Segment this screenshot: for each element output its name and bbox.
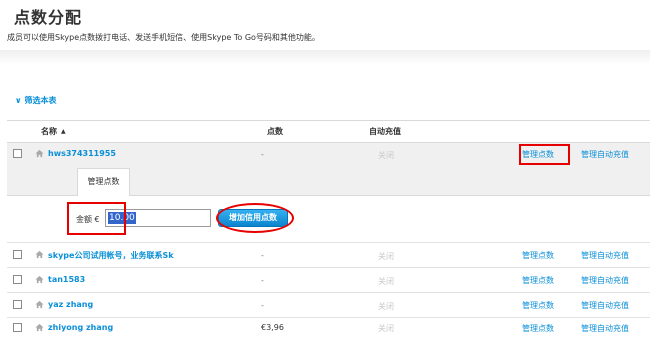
manage-auto-recharge-link[interactable]: 管理自动充值 [581,149,629,160]
manage-auto-recharge-link[interactable]: 管理自动充值 [581,323,629,334]
home-icon [35,275,44,284]
manage-credit-link[interactable]: 管理点数 [522,300,554,311]
user-name-link[interactable]: zhiyong zhang [48,323,113,332]
auto-recharge-status: 关闭 [378,324,394,333]
credit-value: - [261,251,264,260]
header-shadow [0,50,650,64]
credit-value: €3,96 [261,323,284,332]
filter-toggle[interactable]: ∨ 筛选本表 [15,95,57,106]
home-icon [35,250,44,259]
user-name-link[interactable]: hws374311955 [48,149,116,158]
column-header-credit: 点数 [267,127,283,136]
highlight-box-manage-credit [519,144,570,165]
row-checkbox[interactable] [13,250,22,259]
home-icon [35,323,44,332]
home-icon [35,300,44,309]
column-header-name-label: 名称 [41,127,57,136]
highlight-box-amount [67,202,126,235]
manage-credit-link[interactable]: 管理点数 [522,275,554,286]
home-icon [35,149,44,158]
page-title: 点数分配 [14,8,83,27]
user-name-link[interactable]: skype公司试用帐号，业务联系Sk [48,250,174,261]
tab-manage-credit[interactable]: 管理点数 [77,168,130,196]
user-name-link[interactable]: tan1583 [48,275,85,284]
auto-recharge-status: 关闭 [378,151,394,160]
row-checkbox[interactable] [13,275,22,284]
column-header-auto-recharge: 自动充值 [369,127,401,136]
row-checkbox[interactable] [13,300,22,309]
manage-auto-recharge-link[interactable]: 管理自动充值 [581,300,629,311]
auto-recharge-status: 关闭 [378,277,394,286]
manage-auto-recharge-link[interactable]: 管理自动充值 [581,275,629,286]
page-description: 成员可以使用Skype点数拨打电话、发送手机短信、使用Skype To Go号码… [7,33,320,42]
header-divider [7,120,650,121]
chevron-down-icon: ∨ [15,96,22,105]
manage-auto-recharge-link[interactable]: 管理自动充值 [581,250,629,261]
manage-credit-link[interactable]: 管理点数 [522,323,554,334]
auto-recharge-status: 关闭 [378,302,394,311]
column-header-name[interactable]: 名称 ▲ [41,126,66,137]
user-name-link[interactable]: yaz zhang [48,300,93,309]
auto-recharge-status: 关闭 [378,252,394,261]
credit-value: - [261,276,264,285]
row-checkbox[interactable] [13,323,22,332]
credit-value: - [261,150,264,159]
filter-label: 筛选本表 [24,96,57,105]
add-credit-button[interactable]: 增加信用点数 [218,209,288,227]
manage-credit-link[interactable]: 管理点数 [522,250,554,261]
sort-ascending-icon: ▲ [61,128,66,135]
credit-value: - [261,301,264,310]
row-checkbox[interactable] [13,149,22,158]
